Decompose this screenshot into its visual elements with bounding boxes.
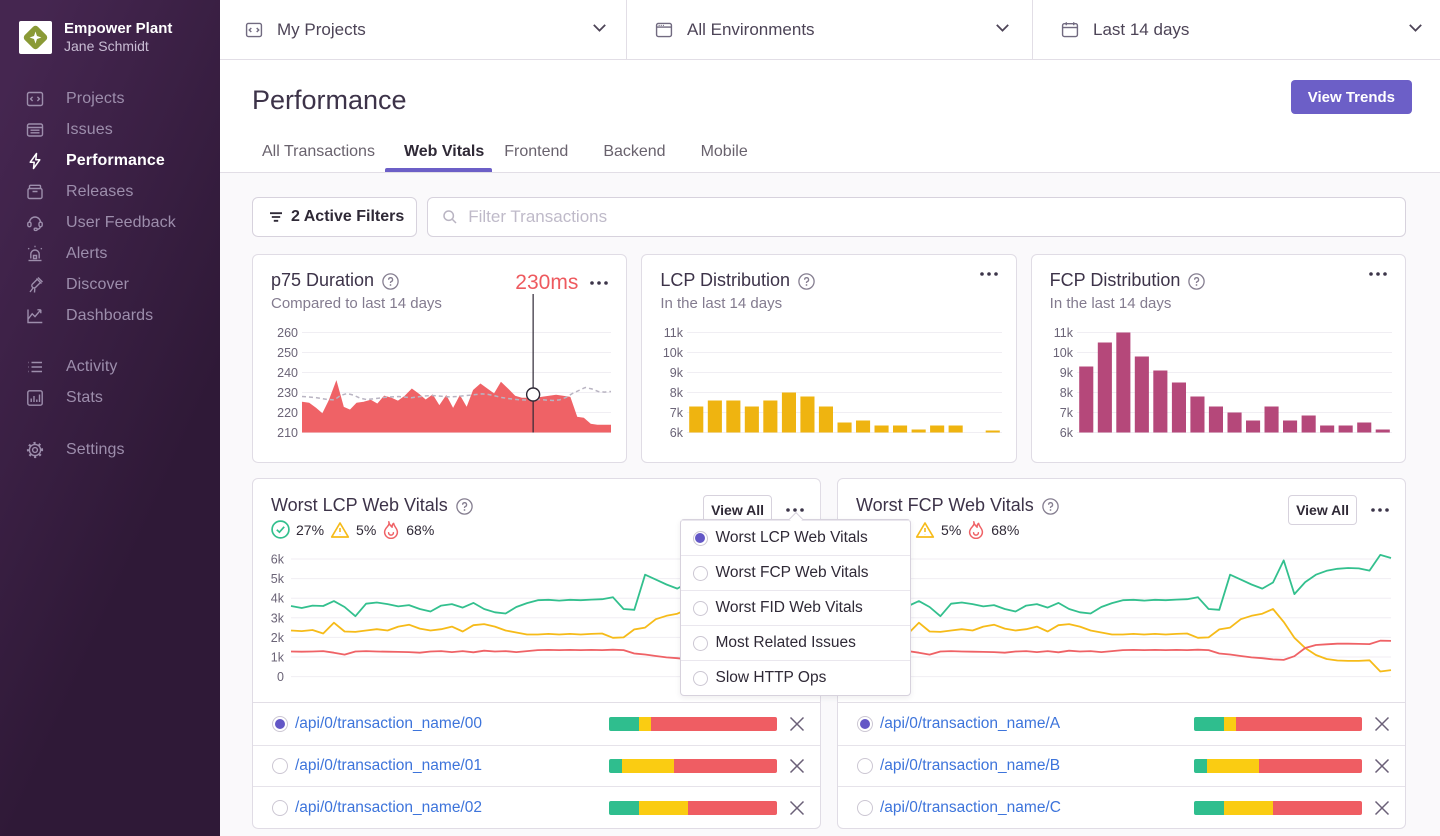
svg-text:7k: 7k (1059, 406, 1073, 420)
svg-text:7k: 7k (670, 406, 684, 420)
svg-text:8k: 8k (1059, 386, 1073, 400)
svg-text:2k: 2k (271, 631, 285, 645)
svg-text:10k: 10k (1053, 346, 1074, 360)
svg-text:0: 0 (277, 670, 284, 683)
svg-text:1k: 1k (271, 651, 285, 665)
svg-text:9k: 9k (670, 366, 684, 380)
svg-text:8k: 8k (670, 386, 684, 400)
svg-text:6k: 6k (1059, 426, 1073, 440)
svg-text:230: 230 (277, 386, 298, 400)
svg-text:260: 260 (277, 326, 298, 340)
svg-text:3k: 3k (271, 611, 285, 625)
svg-text:11k: 11k (1053, 326, 1073, 340)
svg-text:220: 220 (277, 406, 298, 420)
svg-text:10k: 10k (663, 346, 684, 360)
svg-text:5k: 5k (271, 572, 285, 586)
svg-text:6k: 6k (271, 553, 285, 567)
svg-text:210: 210 (277, 426, 298, 440)
svg-text:9k: 9k (1059, 366, 1073, 380)
svg-text:4k: 4k (271, 592, 285, 606)
svg-text:6k: 6k (670, 426, 684, 440)
svg-text:250: 250 (277, 346, 298, 360)
svg-text:240: 240 (277, 366, 298, 380)
svg-text:11k: 11k (664, 326, 684, 340)
